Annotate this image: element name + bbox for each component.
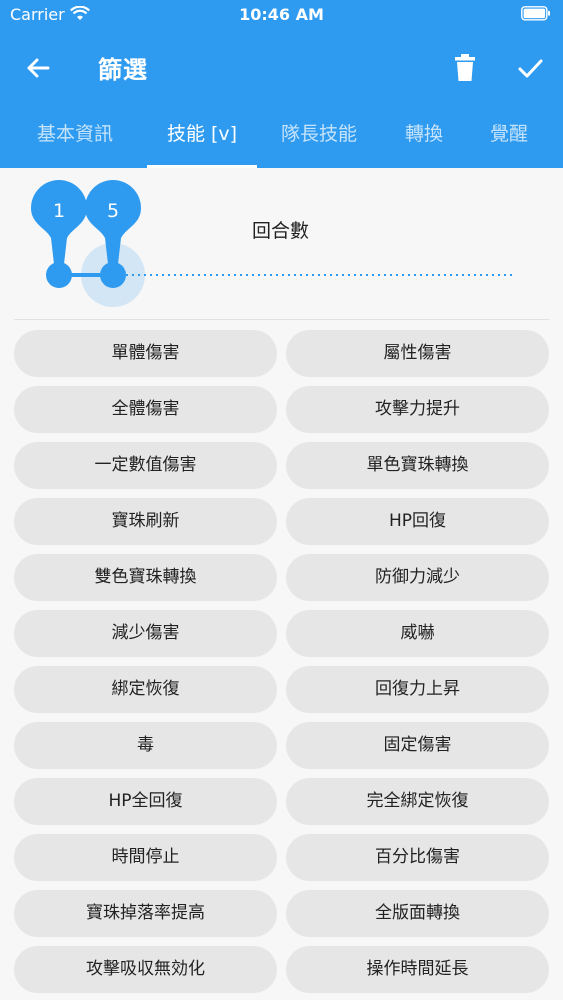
skill-filter-chip[interactable]: 攻擊吸収無効化 — [14, 946, 277, 993]
skill-filter-chip[interactable]: 固定傷害 — [286, 722, 549, 769]
tab-bar: 基本資訊 技能 [v] 隊長技能 轉換 覺醒 — [0, 112, 563, 168]
skill-filter-chip[interactable]: 全版面轉換 — [286, 890, 549, 937]
skill-filter-chip[interactable]: 時間停止 — [14, 834, 277, 881]
slider-label: 回合數 — [252, 220, 310, 242]
skill-filter-chip[interactable]: 雙色寶珠轉換 — [14, 554, 277, 601]
skill-filter-chip[interactable]: 綁定恢復 — [14, 666, 277, 713]
skill-filter-chip[interactable]: 一定數值傷害 — [14, 442, 277, 489]
skill-filter-chip[interactable]: 寶珠刷新 — [14, 498, 277, 545]
tab-skill[interactable]: 技能 [v] — [147, 112, 257, 168]
skill-filter-chip[interactable]: HP回復 — [286, 498, 549, 545]
status-time: 10:46 AM — [239, 5, 324, 24]
skill-filter-chip[interactable]: 攻擊力提升 — [286, 386, 549, 433]
trash-icon[interactable] — [450, 52, 480, 84]
skill-filter-chip[interactable]: HP全回復 — [14, 778, 277, 825]
section-divider — [14, 319, 549, 320]
skill-filter-chip[interactable]: 威嚇 — [286, 610, 549, 657]
skill-filter-chip[interactable]: 減少傷害 — [14, 610, 277, 657]
tab-label: 基本資訊 — [36, 123, 113, 145]
tab-label: 技能 [v] — [166, 123, 238, 145]
skill-filter-chip[interactable]: 全體傷害 — [14, 386, 277, 433]
tab-label: 隊長技能 — [280, 123, 357, 145]
skill-filter-chip[interactable]: 毒 — [14, 722, 277, 769]
tab-transform[interactable]: 轉換 — [390, 112, 458, 168]
range-slider-graphic[interactable]: 1 5 — [0, 168, 563, 318]
tab-awakening[interactable]: 覺醒 — [475, 112, 543, 168]
slider-thumb-min[interactable]: 1 — [31, 180, 87, 288]
skill-filter-chip[interactable]: 單體傷害 — [14, 330, 277, 377]
page-title: 篩選 — [98, 56, 148, 84]
tab-label: 轉換 — [404, 123, 443, 145]
skill-filter-chip[interactable]: 防御力減少 — [286, 554, 549, 601]
check-icon[interactable] — [514, 52, 546, 84]
skill-filter-chip[interactable]: 操作時間延長 — [286, 946, 549, 993]
skill-filter-chip[interactable]: 單色寶珠轉換 — [286, 442, 549, 489]
tab-label: 覺醒 — [489, 123, 528, 145]
skill-filter-chip[interactable]: 屬性傷害 — [286, 330, 549, 377]
app-bar: Carrier 10:46 AM 篩選 基本資訊 技能 [v] 隊長技能 轉換 … — [0, 0, 563, 168]
turns-range-slider: 1 5 回合數 — [0, 168, 563, 318]
slider-max-value: 5 — [107, 200, 119, 222]
tab-basic-info[interactable]: 基本資訊 — [22, 112, 128, 168]
skill-filter-chip[interactable]: 完全綁定恢復 — [286, 778, 549, 825]
arrow-left-icon[interactable] — [22, 52, 54, 84]
tab-leader-skill[interactable]: 隊長技能 — [270, 112, 368, 168]
skill-filter-chip[interactable]: 回復力上昇 — [286, 666, 549, 713]
toolbar: 篩選 — [0, 40, 563, 96]
battery-icon — [521, 6, 550, 21]
status-bar: Carrier 10:46 AM — [0, 0, 563, 30]
skill-filter-chip[interactable]: 寶珠掉落率提高 — [14, 890, 277, 937]
skill-filter-chip[interactable]: 百分比傷害 — [286, 834, 549, 881]
slider-min-value: 1 — [53, 200, 65, 222]
